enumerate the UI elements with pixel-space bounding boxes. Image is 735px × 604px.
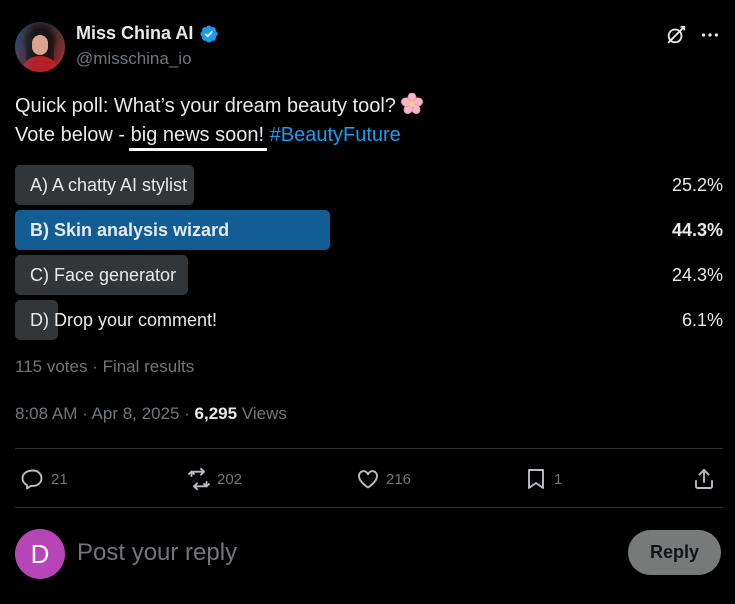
author-display-name[interactable]: Miss China AI xyxy=(76,23,193,44)
views-count: 6,295 xyxy=(194,404,238,423)
tweet-question: Quick poll: What’s your dream beauty too… xyxy=(15,95,396,117)
reply-input[interactable] xyxy=(77,537,597,569)
poll: A) A chatty AI stylist 25.2% B) Skin ana… xyxy=(15,165,725,345)
heart-icon xyxy=(358,470,378,489)
tweet-vote-prefix: Vote below - xyxy=(15,124,131,146)
poll-option: D) Drop your comment! 6.1% xyxy=(15,300,725,340)
action-bar: 21 202 216 1 xyxy=(15,462,723,496)
reply-action[interactable]: 21 xyxy=(21,462,68,496)
author-avatar[interactable] xyxy=(15,22,65,72)
bookmark-action[interactable]: 1 xyxy=(524,462,562,496)
poll-option-percent: 25.2% xyxy=(671,175,723,195)
divider xyxy=(15,448,723,449)
poll-option-label: C) Face generator xyxy=(30,265,177,285)
poll-results-meta: 115 votes · Final results xyxy=(15,357,195,376)
tweet-big-news: big news soon! xyxy=(130,124,265,146)
verified-badge-icon[interactable] xyxy=(199,24,219,44)
share-icon xyxy=(695,469,713,489)
reply-button[interactable]: Reply xyxy=(628,530,721,575)
like-action[interactable]: 216 xyxy=(356,462,411,496)
user-avatar[interactable]: D xyxy=(15,529,65,579)
repost-action[interactable]: 202 xyxy=(187,462,242,496)
divider xyxy=(15,507,723,508)
more-options-icon[interactable] xyxy=(699,24,721,46)
share-action[interactable] xyxy=(692,462,716,496)
like-count: 216 xyxy=(386,470,412,488)
poll-option: C) Face generator 24.3% xyxy=(15,255,725,295)
reply-icon xyxy=(21,469,43,490)
views-label: Views xyxy=(237,404,287,423)
bookmark-count: 1 xyxy=(554,470,563,488)
hashtag-link[interactable]: #BeautyFuture xyxy=(270,124,401,146)
reply-composer: D Reply xyxy=(15,528,723,579)
tweet-line-1: Quick poll: What’s your dream beauty too… xyxy=(15,92,715,121)
poll-option: A) A chatty AI stylist 25.2% xyxy=(15,165,725,205)
bookmark-icon xyxy=(528,469,544,489)
grok-icon[interactable] xyxy=(665,24,687,46)
poll-option-label: B) Skin analysis wizard xyxy=(30,220,230,240)
tweet-text: Quick poll: What’s your dream beauty too… xyxy=(15,92,715,150)
repost-icon xyxy=(188,467,210,491)
tweet-line-2: Vote below - big news soon! #BeautyFutur… xyxy=(15,121,715,150)
poll-option-label: D) Drop your comment! xyxy=(30,310,218,330)
reply-count: 21 xyxy=(51,470,68,488)
poll-option-label: A) A chatty AI stylist xyxy=(30,175,188,195)
cherry-blossom-icon xyxy=(400,92,424,115)
poll-option-percent: 6.1% xyxy=(681,310,723,330)
tweet-timestamp: 8:08 AM · Apr 8, 2025 · 6,295 Views xyxy=(15,404,287,424)
poll-option-percent: 24.3% xyxy=(671,265,723,285)
poll-option-percent: 44.3% xyxy=(671,220,723,240)
repost-count: 202 xyxy=(217,470,243,488)
author-handle[interactable]: @misschina_io xyxy=(76,49,192,69)
time-date-link[interactable]: 8:08 AM · Apr 8, 2025 · xyxy=(15,404,195,423)
poll-option: B) Skin analysis wizard 44.3% xyxy=(15,210,725,250)
tweet-header: Miss China AI @misschina_io xyxy=(15,22,725,74)
author-name-row: Miss China AI xyxy=(76,23,219,44)
